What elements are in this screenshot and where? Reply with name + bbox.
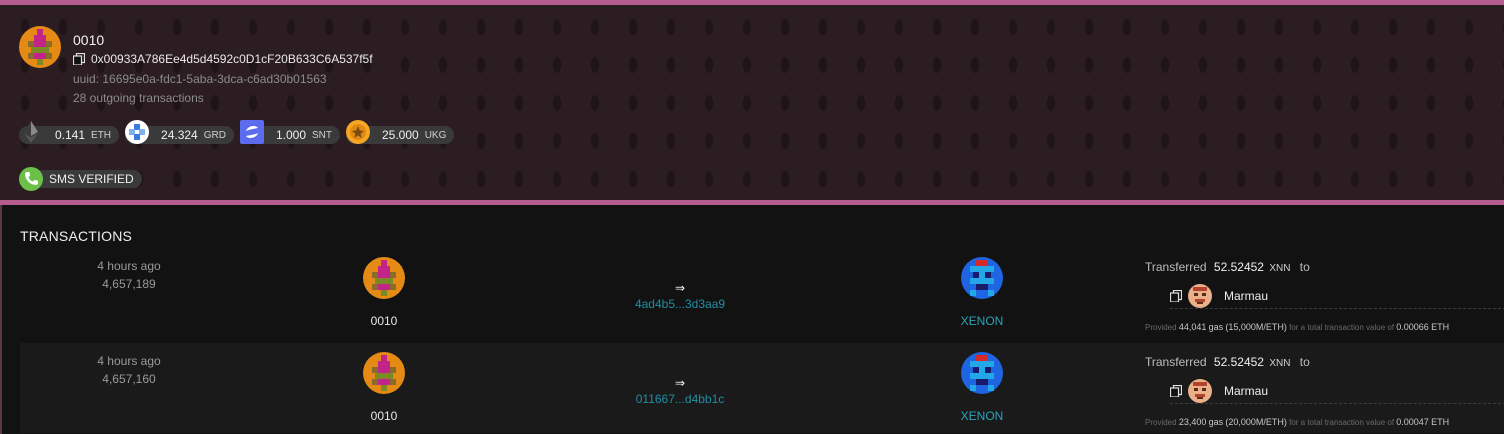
arrow-icon: ⇒ bbox=[674, 376, 686, 390]
gas-info: Provided 44,041 gas (15,000M/ETH) for a … bbox=[1145, 322, 1449, 332]
gas-info: Provided 23,400 gas (20,000M/ETH) for a … bbox=[1145, 417, 1449, 427]
gas-amount: 44,041 bbox=[1178, 322, 1207, 332]
phone-icon bbox=[19, 167, 43, 191]
gas-total-unit: ETH bbox=[1431, 322, 1450, 332]
arrow-icon: ⇒ bbox=[674, 281, 686, 295]
tx-relative-time: 4 hours ago bbox=[97, 354, 161, 368]
transfer-summary: Transferred 52.52452 XNN to bbox=[1145, 260, 1310, 274]
ethereum-icon bbox=[24, 121, 38, 143]
tx-hash-link[interactable]: 4ad4b5...3d3aa9 bbox=[580, 297, 780, 311]
recipient-avatar-icon[interactable] bbox=[1188, 284, 1212, 308]
table-row: 4 hours ago 4,657,160 0010 ⇒ 011667...d4… bbox=[20, 343, 1504, 433]
gas-unit: gas bbox=[1208, 322, 1224, 332]
transfer-to-label: to bbox=[1299, 355, 1310, 369]
gas-total-label: for a total transaction value of bbox=[1289, 323, 1395, 332]
sms-verified-badge: SMS VERIFIED bbox=[19, 167, 142, 191]
token-symbol: SNT bbox=[312, 129, 332, 141]
gas-amount: 23,400 bbox=[1178, 417, 1207, 427]
recipient-name[interactable]: Marmau bbox=[1224, 384, 1268, 398]
transfer-to-label: to bbox=[1299, 260, 1310, 274]
sender-name[interactable]: 0010 bbox=[333, 314, 435, 328]
gas-provided-label: Provided bbox=[1145, 323, 1177, 332]
contract-avatar-icon[interactable] bbox=[961, 352, 1003, 394]
token-grd[interactable]: 24.324 GRD bbox=[125, 120, 234, 144]
ukg-token-icon bbox=[346, 120, 370, 144]
tx-relative-time: 4 hours ago bbox=[97, 259, 161, 273]
tx-block-number[interactable]: 4,657,189 bbox=[20, 275, 238, 293]
account-avatar-icon bbox=[19, 26, 61, 68]
tx-link: ⇒ 011667...d4bb1c bbox=[580, 376, 780, 406]
tx-to[interactable]: XENON bbox=[961, 352, 1003, 423]
sender-name[interactable]: 0010 bbox=[333, 409, 435, 423]
sms-verified-label: SMS VERIFIED bbox=[35, 170, 142, 188]
transfer-summary: Transferred 52.52452 XNN to bbox=[1145, 355, 1310, 369]
tx-time: 4 hours ago 4,657,160 bbox=[20, 352, 238, 388]
tx-link: ⇒ 4ad4b5...3d3aa9 bbox=[580, 281, 780, 311]
gas-unit: gas bbox=[1208, 417, 1224, 427]
gas-provided-label: Provided bbox=[1145, 418, 1177, 427]
status-token-icon bbox=[239, 120, 264, 144]
copy-icon[interactable] bbox=[1170, 290, 1182, 302]
sender-avatar-icon[interactable] bbox=[363, 352, 405, 394]
token-symbol: GRD bbox=[203, 129, 226, 141]
account-uuid: uuid: 16695e0a-fdc1-5aba-3dca-c6ad30b015… bbox=[73, 72, 327, 86]
token-snt[interactable]: 1.000 SNT bbox=[239, 120, 340, 144]
token-balances: 0.141 ETH 24.324 GRD 1.000 SNT 25.000 UK… bbox=[19, 120, 455, 144]
gas-total-label: for a total transaction value of bbox=[1289, 418, 1395, 427]
account-header: 0010 0x00933A786Ee4d5d4592c0D1cF20B633C6… bbox=[0, 0, 1504, 205]
recipient: Marmau bbox=[1170, 284, 1504, 309]
tx-block-number[interactable]: 4,657,160 bbox=[20, 370, 238, 388]
outgoing-count: 28 outgoing transactions bbox=[73, 91, 204, 105]
tx-hash-link[interactable]: 011667...d4bb1c bbox=[580, 392, 780, 406]
transfer-label: Transferred bbox=[1145, 260, 1207, 274]
transfer-value: 52.52452 bbox=[1213, 260, 1264, 274]
transactions-section: TRANSACTIONS 4 hours ago 4,657,189 0010 … bbox=[0, 205, 1504, 434]
address-row: 0x00933A786Ee4d5d4592c0D1cF20B633C6A537f… bbox=[73, 52, 373, 66]
transfer-symbol: XNN bbox=[1269, 263, 1291, 274]
token-amount: 1.000 bbox=[275, 128, 306, 142]
token-amount: 25.000 bbox=[382, 128, 419, 142]
token-amount: 24.324 bbox=[161, 128, 198, 142]
tx-from[interactable]: 0010 bbox=[363, 257, 405, 328]
transfer-label: Transferred bbox=[1145, 355, 1207, 369]
token-amount: 0.141 bbox=[55, 128, 86, 142]
token-symbol: UKG bbox=[424, 129, 447, 141]
transfer-value: 52.52452 bbox=[1213, 355, 1264, 369]
contract-name[interactable]: XENON bbox=[931, 409, 1033, 423]
gas-total: 0.00047 bbox=[1396, 417, 1429, 427]
tx-from[interactable]: 0010 bbox=[363, 352, 405, 423]
sender-avatar-icon[interactable] bbox=[363, 257, 405, 299]
contract-avatar-icon[interactable] bbox=[961, 257, 1003, 299]
transactions-heading: TRANSACTIONS bbox=[20, 228, 133, 244]
tx-to[interactable]: XENON bbox=[961, 257, 1003, 328]
tx-time: 4 hours ago 4,657,189 bbox=[20, 257, 238, 293]
account-address[interactable]: 0x00933A786Ee4d5d4592c0D1cF20B633C6A537f… bbox=[91, 52, 373, 66]
copy-icon[interactable] bbox=[73, 53, 85, 65]
gas-price: (20,000M/ETH) bbox=[1225, 417, 1287, 427]
token-symbol: ETH bbox=[91, 129, 112, 141]
recipient-name[interactable]: Marmau bbox=[1224, 289, 1268, 303]
recipient-avatar-icon[interactable] bbox=[1188, 379, 1212, 403]
token-eth[interactable]: 0.141 ETH bbox=[19, 121, 120, 144]
gas-price: (15,000M/ETH) bbox=[1225, 322, 1287, 332]
copy-icon[interactable] bbox=[1170, 385, 1182, 397]
recipient: Marmau bbox=[1170, 379, 1504, 404]
gas-total: 0.00066 bbox=[1396, 322, 1429, 332]
grd-token-icon bbox=[125, 120, 150, 144]
token-ukg[interactable]: 25.000 UKG bbox=[346, 120, 455, 144]
contract-name[interactable]: XENON bbox=[931, 314, 1033, 328]
table-row: 4 hours ago 4,657,189 0010 ⇒ 4ad4b5...3d… bbox=[20, 255, 1504, 345]
gas-total-unit: ETH bbox=[1431, 417, 1450, 427]
account-name: 0010 bbox=[73, 32, 105, 48]
transfer-symbol: XNN bbox=[1269, 358, 1291, 369]
